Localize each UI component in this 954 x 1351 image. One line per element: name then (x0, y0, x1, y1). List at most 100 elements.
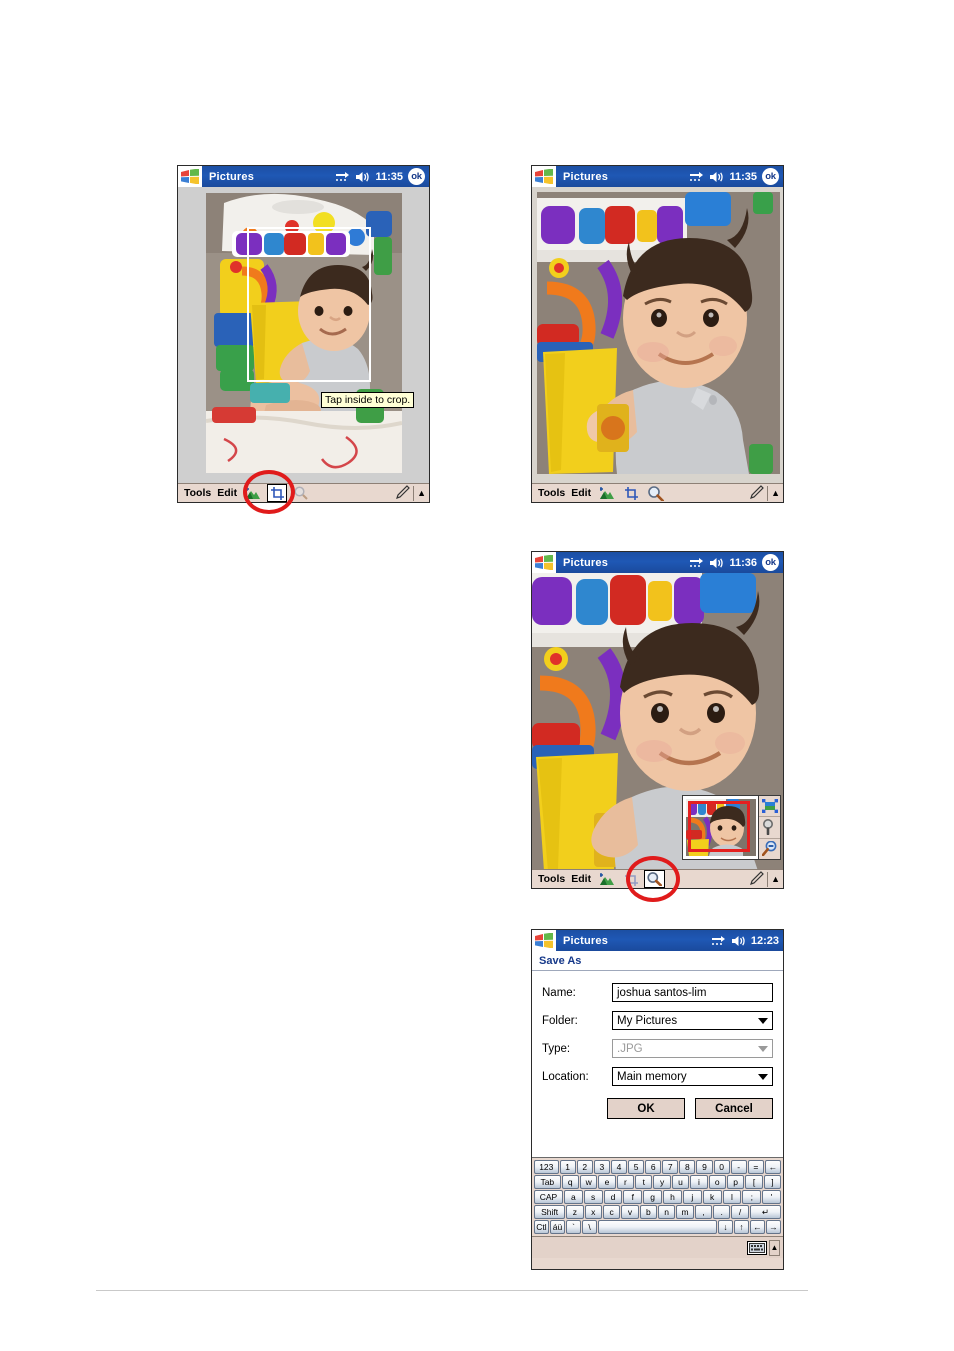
key-semicolon[interactable]: ; (742, 1190, 762, 1204)
edit-menu[interactable]: Edit (217, 487, 237, 499)
accent-key[interactable]: áü (550, 1220, 565, 1234)
key-z[interactable]: z (566, 1205, 584, 1219)
key-123[interactable]: 123 (534, 1160, 559, 1174)
chevron-down-icon[interactable] (758, 1017, 768, 1024)
key-apostrophe[interactable]: ' (762, 1190, 782, 1204)
crop-icon[interactable] (625, 486, 639, 500)
key-7[interactable]: 7 (662, 1160, 679, 1174)
caps-key[interactable]: CAP (534, 1190, 563, 1204)
key-5[interactable]: 5 (628, 1160, 645, 1174)
key-k[interactable]: k (702, 1190, 722, 1204)
arrow-left-key[interactable]: ← (750, 1220, 765, 1234)
zoom-selection-rect[interactable] (688, 801, 750, 852)
shift-key[interactable]: Shift (534, 1205, 566, 1219)
picture-icon[interactable] (599, 872, 615, 886)
key-o[interactable]: o (708, 1175, 726, 1189)
cancel-button[interactable]: Cancel (695, 1098, 773, 1119)
arrow-down-key[interactable]: ↓ (718, 1220, 733, 1234)
pen-icon[interactable] (750, 484, 764, 502)
arrow-up-key[interactable]: ↑ (734, 1220, 749, 1234)
chevron-down-icon[interactable] (758, 1073, 768, 1080)
zoom-out-icon[interactable] (759, 839, 780, 859)
key-3[interactable]: 3 (593, 1160, 610, 1174)
key-w[interactable]: w (579, 1175, 598, 1189)
up-arrow-icon[interactable]: ▲ (771, 874, 783, 884)
key-g[interactable]: g (643, 1190, 663, 1204)
keyboard-icon[interactable] (747, 1240, 767, 1255)
key-slash[interactable]: / (731, 1205, 749, 1219)
key-d[interactable]: d (603, 1190, 623, 1204)
key-2[interactable]: 2 (576, 1160, 593, 1174)
pen-icon[interactable] (750, 870, 764, 888)
key-a[interactable]: a (563, 1190, 583, 1204)
photo-baby-cropped[interactable] (537, 192, 780, 474)
picture-canvas[interactable] (532, 573, 783, 869)
key-x[interactable]: x (584, 1205, 602, 1219)
tools-menu[interactable]: Tools (184, 487, 211, 499)
key-p[interactable]: p (726, 1175, 745, 1189)
picture-canvas[interactable]: Tap inside to crop. (178, 187, 429, 483)
key-backtick[interactable]: ` (566, 1220, 581, 1234)
key-n[interactable]: n (657, 1205, 676, 1219)
key-comma[interactable]: , (694, 1205, 713, 1219)
enter-key[interactable]: ↵ (749, 1205, 781, 1219)
zoom-icon[interactable] (648, 485, 665, 501)
key-1[interactable]: 1 (559, 1160, 576, 1174)
key-backslash[interactable]: \ (582, 1220, 597, 1234)
tools-menu[interactable]: Tools (538, 873, 565, 885)
key-s[interactable]: s (583, 1190, 603, 1204)
zoom-navigator-panel[interactable] (682, 795, 781, 860)
arrow-right-key[interactable]: → (766, 1220, 781, 1234)
key-b[interactable]: b (639, 1205, 657, 1219)
tools-menu[interactable]: Tools (538, 487, 565, 499)
key-c[interactable]: c (602, 1205, 621, 1219)
key-r[interactable]: r (616, 1175, 635, 1189)
key-l[interactable]: l (722, 1190, 742, 1204)
up-arrow-icon[interactable]: ▲ (771, 488, 783, 498)
key-h[interactable]: h (663, 1190, 682, 1204)
location-select[interactable]: Main memory (612, 1067, 773, 1086)
crop-selection-marquee[interactable] (247, 227, 371, 382)
backspace-key[interactable]: ← (764, 1160, 781, 1174)
key-m[interactable]: m (676, 1205, 694, 1219)
zoom-in-icon[interactable] (759, 817, 780, 839)
key-0[interactable]: 0 (713, 1160, 730, 1174)
key-i[interactable]: i (690, 1175, 708, 1189)
key-8[interactable]: 8 (679, 1160, 696, 1174)
key-4[interactable]: 4 (610, 1160, 628, 1174)
key-period[interactable]: . (713, 1205, 731, 1219)
key-equals[interactable]: = (747, 1160, 764, 1174)
space-key[interactable] (598, 1220, 717, 1234)
edit-menu[interactable]: Edit (571, 487, 591, 499)
ctrl-key[interactable]: Ctl (534, 1220, 549, 1234)
picture-canvas[interactable] (532, 187, 783, 483)
input-selector-icon[interactable]: ▲ (769, 1239, 780, 1256)
tab-key[interactable]: Tab (534, 1175, 561, 1189)
fit-to-window-icon[interactable] (759, 796, 780, 818)
zoom-thumbnail[interactable] (683, 796, 759, 859)
key-e[interactable]: e (598, 1175, 616, 1189)
ok-button[interactable]: ok (408, 168, 425, 185)
key-f[interactable]: f (623, 1190, 643, 1204)
pen-icon[interactable] (396, 484, 410, 502)
key-t[interactable]: t (635, 1175, 653, 1189)
zoom-icon[interactable] (294, 486, 308, 500)
ok-button[interactable]: ok (762, 554, 779, 571)
name-input[interactable]: joshua santos-lim (612, 983, 773, 1002)
key-9[interactable]: 9 (696, 1160, 713, 1174)
ok-button[interactable]: OK (607, 1098, 685, 1119)
up-arrow-icon[interactable]: ▲ (417, 488, 429, 498)
key-minus[interactable]: - (730, 1160, 747, 1174)
key-6[interactable]: 6 (645, 1160, 662, 1174)
key-j[interactable]: j (682, 1190, 702, 1204)
key-y[interactable]: y (653, 1175, 671, 1189)
key-bracket-left[interactable]: [ (745, 1175, 763, 1189)
ok-button[interactable]: ok (762, 168, 779, 185)
folder-select[interactable]: My Pictures (612, 1011, 773, 1030)
key-bracket-right[interactable]: ] (763, 1175, 782, 1189)
key-u[interactable]: u (671, 1175, 690, 1189)
key-v[interactable]: v (621, 1205, 639, 1219)
edit-menu[interactable]: Edit (571, 873, 591, 885)
key-q[interactable]: q (561, 1175, 579, 1189)
picture-icon[interactable] (599, 486, 615, 500)
